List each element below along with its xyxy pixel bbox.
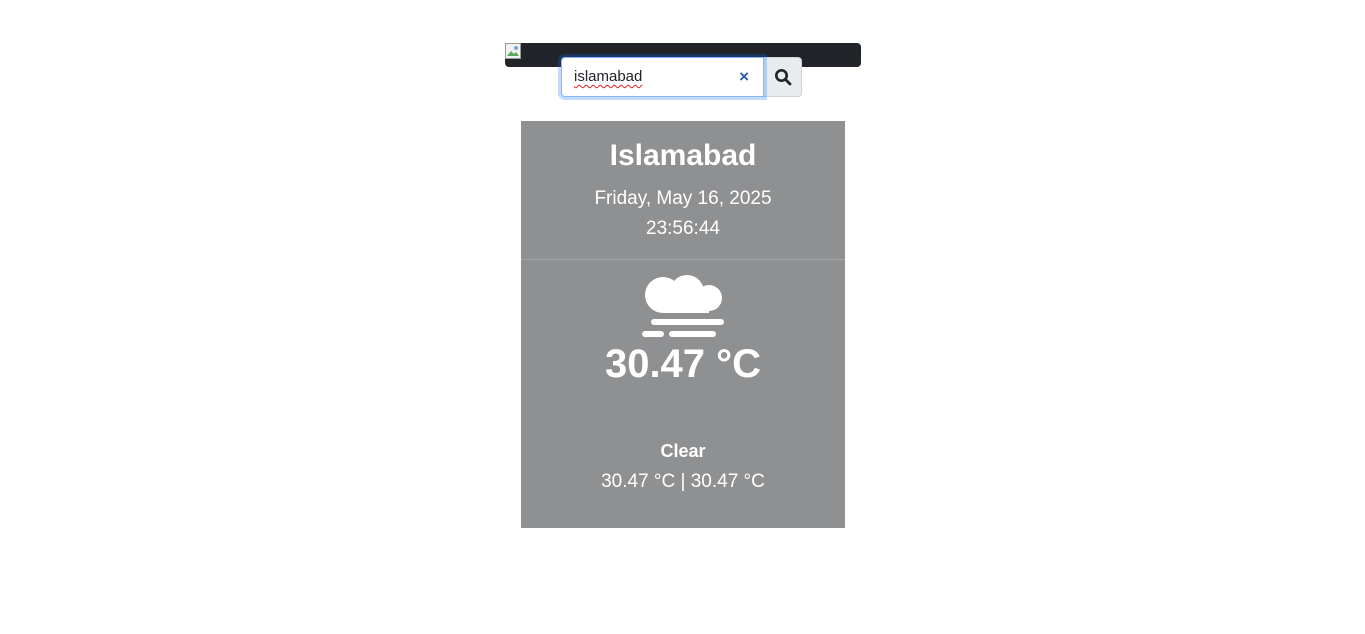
search-input[interactable]: islamabad ×	[561, 57, 764, 97]
search-icon	[774, 69, 791, 86]
temperature-range: 30.47 °C | 30.47 °C	[601, 471, 765, 492]
weather-condition: Clear	[660, 441, 706, 461]
current-time: 23:56:44	[646, 218, 720, 239]
current-date: Friday, May 16, 2025	[594, 188, 772, 209]
divider	[521, 259, 845, 260]
weather-card: Islamabad Friday, May 16, 2025 23:56:44 …	[521, 121, 845, 528]
search-input-value: islamabad	[574, 68, 643, 85]
fog-icon	[642, 275, 724, 337]
search-button[interactable]	[764, 57, 802, 97]
clear-icon[interactable]: ×	[739, 67, 749, 87]
search-bar: islamabad ×	[561, 57, 802, 97]
temperature: 30.47 °C	[604, 342, 762, 386]
city-name: Islamabad	[609, 139, 757, 172]
broken-image-icon	[505, 43, 521, 59]
